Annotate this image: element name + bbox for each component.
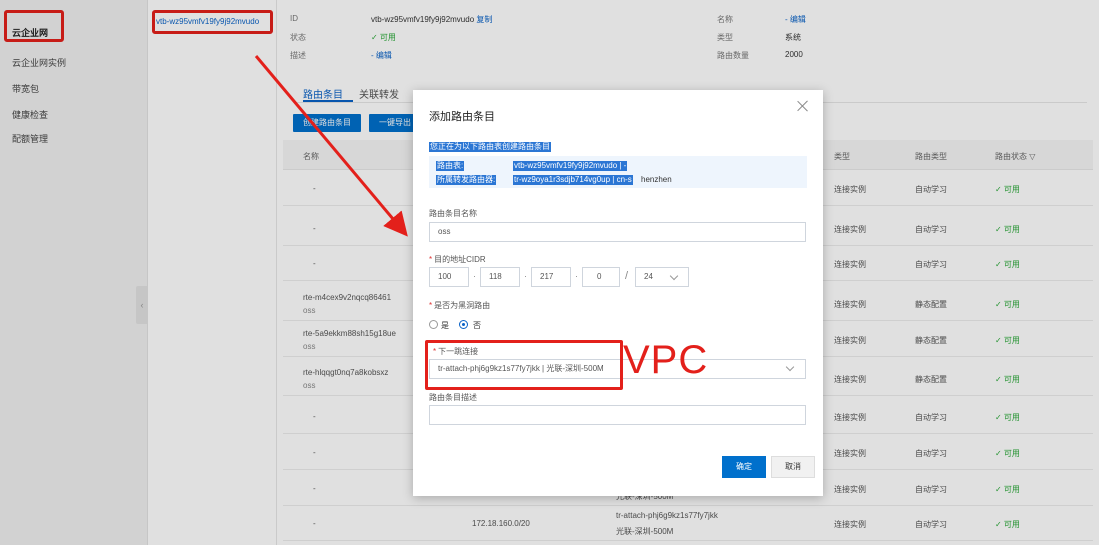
route-name-label: 路由条目名称 [429, 209, 477, 218]
info-box: 路由表: vtb-wz95vmfv19fy9j92mvudo | - 所属转发路… [429, 156, 807, 188]
cidr-octet-4[interactable]: 0 [582, 267, 620, 287]
cidr-slash: / [625, 270, 629, 282]
highlight-box-next-hop [425, 340, 623, 390]
route-desc-label: 路由条目描述 [429, 393, 477, 402]
dialog-title: 添加路由条目 [429, 111, 495, 123]
blackhole-yes-radio[interactable] [429, 320, 438, 329]
route-name-input[interactable]: oss [429, 222, 806, 242]
cidr-dot: · [473, 271, 476, 281]
cidr-mask-value: 24 [644, 272, 653, 281]
blackhole-no-label: 否 [473, 321, 481, 330]
info-router-value: tr-wz9oya1r3sdjb714vg0up | cn-s [513, 175, 633, 185]
info-title: 您正在为以下路由表创建路由条目 [429, 142, 551, 152]
cidr-octet-1[interactable]: 100 [429, 267, 469, 287]
route-desc-input[interactable] [429, 405, 806, 425]
cidr-octet-2[interactable]: 118 [480, 267, 520, 287]
info-route-table-label: 路由表: [436, 161, 465, 171]
cidr-dot: · [575, 271, 578, 281]
cidr-label: * 目的地址CIDR [429, 255, 486, 264]
cidr-label-text: 目的地址CIDR [434, 255, 486, 264]
close-icon[interactable] [797, 100, 809, 112]
blackhole-yes-label: 是 [441, 321, 449, 330]
info-route-table-value: vtb-wz95vmfv19fy9j92mvudo | - [513, 161, 628, 171]
cidr-mask-select[interactable]: 24 [635, 267, 689, 287]
cidr-dot: · [524, 271, 527, 281]
blackhole-label: * 是否为黑洞路由 [429, 301, 491, 310]
cancel-button[interactable]: 取消 [771, 456, 815, 478]
cidr-octet-3[interactable]: 217 [531, 267, 571, 287]
info-router-tail: henzhen [641, 175, 672, 184]
vpc-annotation: VPC [623, 338, 709, 382]
confirm-button[interactable]: 确定 [722, 456, 766, 478]
add-route-entry-dialog: 添加路由条目 您正在为以下路由表创建路由条目 路由表: vtb-wz95vmfv… [413, 90, 823, 496]
blackhole-no-radio[interactable] [459, 320, 468, 329]
blackhole-label-text: 是否为黑洞路由 [434, 301, 491, 310]
info-router-label: 所属转发路由器: [436, 175, 497, 185]
